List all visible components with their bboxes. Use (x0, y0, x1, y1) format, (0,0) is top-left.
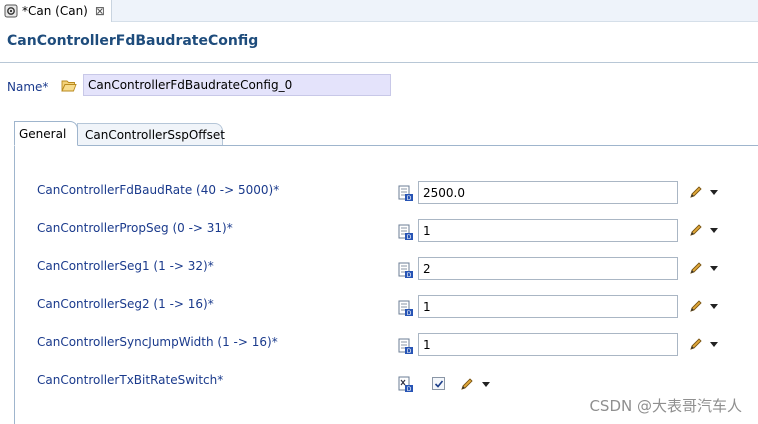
int-param-icon[interactable]: D (397, 262, 413, 278)
param-label-tx-bit-rate-switch: CanControllerTxBitRateSwitch* (37, 373, 224, 387)
param-label-seg2: CanControllerSeg2 (1 -> 16)* (37, 297, 214, 311)
svg-text:D: D (407, 195, 412, 201)
svg-text:D: D (407, 310, 412, 316)
pencil-icon[interactable] (689, 261, 703, 275)
chevron-down-icon[interactable] (710, 190, 718, 195)
tab-general[interactable]: General (14, 121, 78, 146)
fd-baud-rate-input[interactable] (418, 181, 678, 204)
pencil-icon[interactable] (689, 299, 703, 313)
chevron-down-icon[interactable] (710, 228, 718, 233)
param-label-sync-jump-width: CanControllerSyncJumpWidth (1 -> 16)* (37, 335, 278, 349)
svg-text:D: D (407, 234, 412, 240)
chevron-down-icon[interactable] (710, 266, 718, 271)
param-label-prop-seg: CanControllerPropSeg (0 -> 31)* (37, 221, 233, 235)
prop-seg-input[interactable] (418, 219, 678, 242)
float-param-icon[interactable]: D (397, 185, 413, 201)
int-param-icon[interactable]: D (397, 338, 413, 354)
pencil-icon[interactable] (689, 223, 703, 237)
seg2-input[interactable] (418, 295, 678, 318)
editor-tab-bar: *Can (Can) ⊠ (0, 0, 758, 22)
pencil-icon[interactable] (460, 377, 474, 391)
pencil-icon[interactable] (689, 185, 703, 199)
int-param-icon[interactable]: D (397, 300, 413, 316)
checkmark-icon (434, 379, 443, 388)
param-label-seg1: CanControllerSeg1 (1 -> 32)* (37, 259, 214, 273)
tab-ssp-offset-label: CanControllerSspOffset (85, 127, 225, 142)
name-input[interactable] (83, 74, 391, 96)
close-icon[interactable]: ⊠ (95, 4, 105, 18)
pencil-icon[interactable] (689, 337, 703, 351)
module-config-icon (4, 4, 18, 18)
chevron-down-icon[interactable] (710, 342, 718, 347)
name-label: Name* (7, 80, 49, 94)
editor-tab-can[interactable]: *Can (Can) ⊠ (0, 0, 112, 22)
title-divider (0, 62, 758, 63)
watermark: CSDN @大表哥汽车人 (589, 397, 742, 415)
svg-text:D: D (407, 386, 412, 392)
sync-jump-width-input[interactable] (418, 333, 678, 356)
chevron-down-icon[interactable] (710, 304, 718, 309)
bool-param-icon[interactable]: D (397, 376, 413, 392)
chevron-down-icon[interactable] (482, 382, 490, 387)
seg1-input[interactable] (418, 257, 678, 280)
tab-can-controller-ssp-offset[interactable]: CanControllerSspOffset (77, 123, 225, 145)
svg-text:D: D (407, 348, 412, 354)
tx-bit-rate-switch-checkbox[interactable] (432, 377, 445, 390)
param-label-fd-baud-rate: CanControllerFdBaudRate (40 -> 5000)* (37, 183, 280, 197)
editor-tab-title: *Can (Can) (22, 4, 88, 18)
svg-text:D: D (407, 272, 412, 278)
folder-open-icon[interactable] (61, 79, 77, 93)
int-param-icon[interactable]: D (397, 224, 413, 240)
page-title: CanControllerFdBaudrateConfig (7, 33, 259, 49)
